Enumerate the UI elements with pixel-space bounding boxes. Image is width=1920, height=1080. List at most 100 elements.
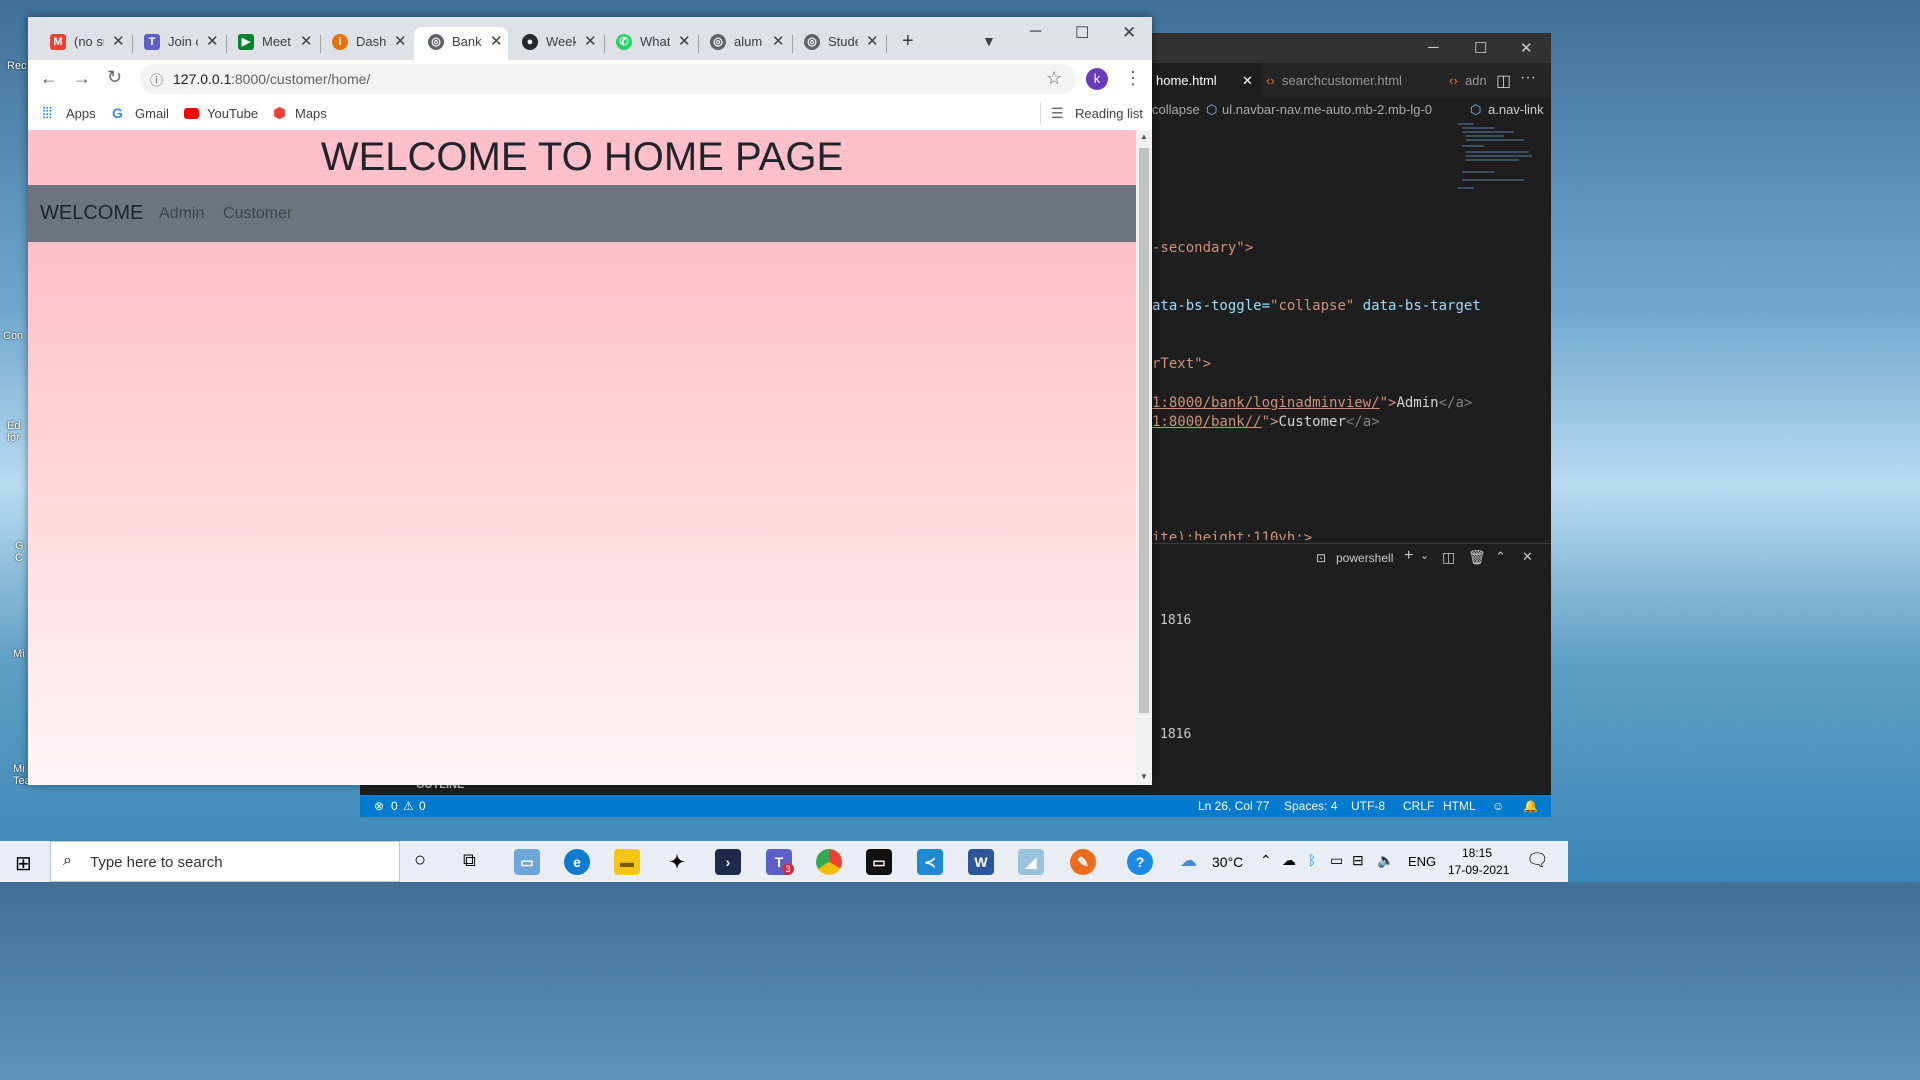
- close-icon[interactable]: ✕: [1520, 39, 1533, 57]
- volume-icon[interactable]: 🔈: [1377, 852, 1394, 869]
- bookmark-maps[interactable]: Maps: [295, 106, 327, 121]
- browser-tab[interactable]: ✆ What ✕: [602, 27, 696, 60]
- word-icon[interactable]: W: [968, 849, 994, 875]
- dropbox-icon[interactable]: ✦: [664, 849, 690, 875]
- browser-tab[interactable]: M (no su ✕: [36, 27, 130, 60]
- desktop-app-icon[interactable]: ▭: [514, 849, 540, 875]
- maximize-icon[interactable]: ☐: [1474, 39, 1487, 57]
- browser-tab-active[interactable]: ◎ Bank ✕: [414, 27, 508, 60]
- close-icon[interactable]: ✕: [866, 32, 879, 50]
- scroll-up-icon[interactable]: ▲: [1140, 132, 1148, 141]
- weather-temp[interactable]: 30°C: [1212, 854, 1243, 870]
- bookmark-star-icon[interactable]: ☆: [1046, 68, 1062, 89]
- add-terminal-icon[interactable]: +: [1404, 547, 1413, 565]
- scroll-down-icon[interactable]: ▼: [1140, 772, 1148, 781]
- navbar-brand[interactable]: WELCOME: [40, 202, 143, 225]
- weather-cloud-icon[interactable]: ☁: [1180, 851, 1197, 871]
- nav-link-admin[interactable]: Admin: [159, 205, 204, 223]
- error-icon[interactable]: ⊗: [374, 795, 384, 817]
- close-icon[interactable]: ✕: [206, 32, 219, 50]
- kebab-menu-icon[interactable]: ⋮: [1124, 68, 1142, 89]
- clock-date[interactable]: 17-09-2021: [1448, 863, 1509, 877]
- battery-icon[interactable]: ▭: [1330, 852, 1343, 869]
- breadcrumb-item[interactable]: collapse: [1152, 98, 1200, 122]
- task-view-icon[interactable]: ⧉: [463, 850, 476, 871]
- maximize-icon[interactable]: ☐: [1075, 23, 1089, 43]
- reload-icon[interactable]: ↻: [107, 67, 122, 88]
- network-icon[interactable]: ⊟: [1352, 852, 1364, 869]
- bookmark-youtube[interactable]: YouTube: [207, 106, 258, 121]
- forward-arrow-icon[interactable]: →: [73, 68, 91, 89]
- terminal-shell-label[interactable]: powershell: [1336, 551, 1393, 565]
- language-indicator[interactable]: ENG: [1408, 854, 1436, 869]
- browser-tab[interactable]: ▶ Meet ✕: [224, 27, 318, 60]
- profile-avatar[interactable]: k: [1086, 68, 1108, 90]
- onedrive-icon[interactable]: ☁: [1282, 852, 1296, 869]
- file-explorer-icon[interactable]: ▬: [614, 849, 640, 875]
- vscode-tab-searchcustomer[interactable]: ‹› searchcustomer.html: [1262, 63, 1442, 98]
- page-scrollbar[interactable]: ▲ ▼: [1136, 130, 1152, 785]
- clock-time[interactable]: 18:15: [1462, 846, 1492, 860]
- postman-icon[interactable]: ✎: [1070, 849, 1096, 875]
- edge-icon[interactable]: e: [564, 849, 590, 875]
- close-icon[interactable]: ✕: [1522, 549, 1533, 565]
- chevron-up-icon[interactable]: ⌃: [1495, 549, 1506, 565]
- close-icon[interactable]: ✕: [678, 32, 691, 50]
- cursor-position[interactable]: Ln 26, Col 77: [1198, 795, 1269, 817]
- tab-search-icon[interactable]: ▼: [982, 33, 996, 49]
- app-icon[interactable]: ◢: [1018, 849, 1044, 875]
- site-info-icon[interactable]: ⓘ: [150, 70, 163, 89]
- browser-tab[interactable]: ● Week ✕: [508, 27, 602, 60]
- breadcrumb-item[interactable]: ul.navbar-nav.me-auto.mb-2.mb-lg-0: [1222, 98, 1432, 122]
- bell-icon[interactable]: 🔔: [1523, 795, 1538, 817]
- encoding[interactable]: UTF-8: [1351, 795, 1385, 817]
- bookmark-gmail[interactable]: Gmail: [135, 106, 169, 121]
- powershell-icon[interactable]: ›: [715, 849, 741, 875]
- close-icon[interactable]: ✕: [300, 32, 313, 50]
- taskbar-search[interactable]: ⌕ Type here to search: [50, 841, 400, 882]
- close-icon[interactable]: ✕: [490, 32, 503, 50]
- chevron-down-icon[interactable]: ⌄: [1420, 549, 1429, 562]
- breadcrumb-item[interactable]: a.nav-link: [1488, 98, 1544, 122]
- vscode-icon[interactable]: ≺: [917, 849, 943, 875]
- close-window-icon[interactable]: ✕: [1122, 23, 1136, 43]
- vscode-tab-admin[interactable]: ‹› adn: [1445, 63, 1495, 98]
- back-arrow-icon[interactable]: ←: [40, 68, 58, 89]
- browser-tab[interactable]: ◎ alum ✕: [696, 27, 790, 60]
- line-ending[interactable]: CRLF: [1403, 795, 1434, 817]
- help-icon[interactable]: ?: [1127, 849, 1153, 875]
- bluetooth-icon[interactable]: ᛒ: [1308, 852, 1316, 868]
- address-bar[interactable]: ⓘ 127.0.0.1 :8000/customer/home/ ☆: [140, 64, 1076, 94]
- vscode-tab-home[interactable]: home.html ✕: [1152, 63, 1262, 98]
- notifications-icon[interactable]: 🗨: [1526, 850, 1549, 871]
- windows-start-icon[interactable]: ⊞: [15, 851, 32, 876]
- chevron-up-icon[interactable]: ⌃: [1260, 852, 1272, 869]
- nav-link-customer[interactable]: Customer: [223, 205, 292, 223]
- close-icon[interactable]: ✕: [772, 32, 785, 50]
- browser-tab[interactable]: i Dashl ✕: [318, 27, 412, 60]
- error-count[interactable]: 0: [391, 795, 398, 817]
- scroll-thumb[interactable]: [1139, 148, 1149, 713]
- close-icon[interactable]: ✕: [584, 32, 597, 50]
- reading-list-button[interactable]: Reading list: [1075, 106, 1143, 121]
- bookmark-apps[interactable]: Apps: [66, 106, 96, 121]
- warning-icon[interactable]: ⚠: [403, 795, 414, 817]
- new-tab-icon[interactable]: +: [902, 30, 914, 53]
- browser-tab[interactable]: ◎ Stude ✕: [790, 27, 884, 60]
- close-icon[interactable]: ✕: [1242, 63, 1253, 98]
- trash-icon[interactable]: 🗑: [1468, 549, 1486, 566]
- split-editor-icon[interactable]: ◫: [1496, 71, 1511, 91]
- terminal-icon[interactable]: ▭: [866, 849, 892, 875]
- minimap[interactable]: [1454, 122, 1534, 542]
- indentation[interactable]: Spaces: 4: [1284, 795, 1337, 817]
- minimize-icon[interactable]: ─: [1030, 23, 1041, 41]
- browser-tab[interactable]: T Join c ✕: [130, 27, 224, 60]
- split-terminal-icon[interactable]: ◫: [1442, 549, 1455, 566]
- close-icon[interactable]: ✕: [112, 32, 125, 50]
- warning-count[interactable]: 0: [419, 795, 426, 817]
- minimize-icon[interactable]: ─: [1428, 39, 1439, 56]
- language-mode[interactable]: HTML: [1443, 795, 1476, 817]
- chrome-icon[interactable]: [816, 849, 842, 875]
- more-actions-icon[interactable]: ···: [1520, 69, 1536, 87]
- close-icon[interactable]: ✕: [394, 32, 407, 50]
